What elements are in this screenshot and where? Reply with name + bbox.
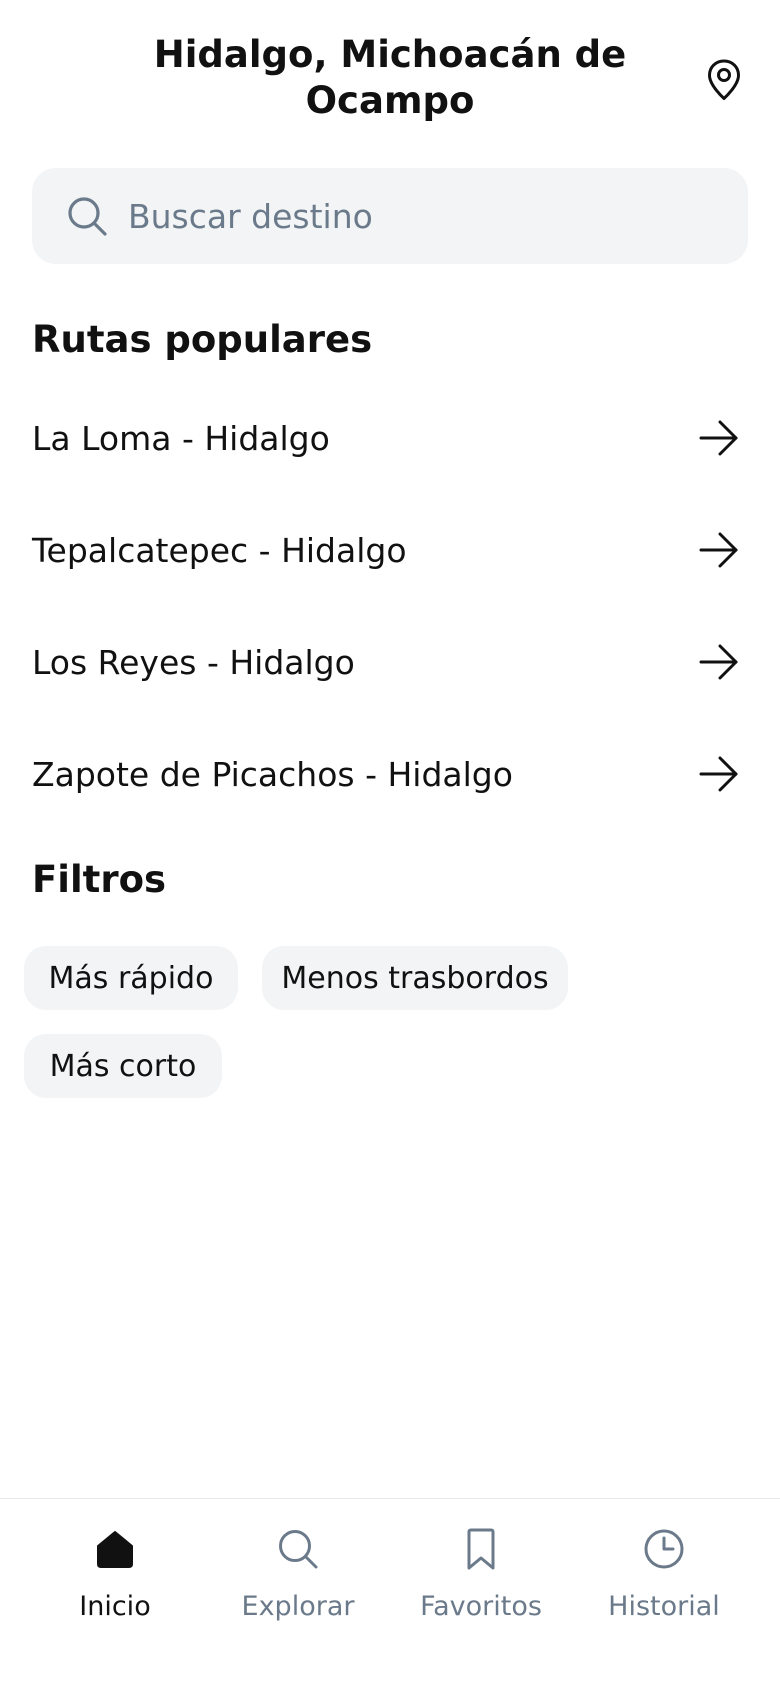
route-label: Zapote de Picachos - Hidalgo: [32, 754, 513, 794]
nav-label-home: Inicio: [79, 1591, 151, 1622]
bookmark-icon: [457, 1525, 505, 1573]
header: Hidalgo, Michoacán de Ocampo: [0, 0, 780, 140]
map-pin-icon: [708, 59, 740, 100]
search-bar[interactable]: [32, 168, 748, 264]
home-icon: [91, 1525, 139, 1573]
app-screen: Hidalgo, Michoacán de Ocampo Rutas popul…: [0, 0, 780, 1688]
filter-chip-fewer-transfers[interactable]: Menos trasbordos: [262, 946, 568, 1010]
search-icon: [274, 1525, 322, 1573]
search-input[interactable]: [128, 186, 688, 246]
arrow-right-icon: [699, 756, 738, 792]
page-title: Hidalgo, Michoacán de Ocampo: [153, 33, 627, 122]
route-label: Tepalcatepec - Hidalgo: [32, 530, 407, 570]
nav-item-explore[interactable]: Explorar: [223, 1499, 373, 1649]
bottom-nav: Inicio Explorar Favoritos Historial: [0, 1498, 780, 1688]
route-item[interactable]: La Loma - Hidalgo: [0, 382, 780, 494]
filters-section-title: Filtros: [32, 858, 167, 901]
nav-item-favorites[interactable]: Favoritos: [406, 1499, 556, 1649]
route-item[interactable]: Zapote de Picachos - Hidalgo: [0, 718, 780, 830]
nav-label-favorites: Favoritos: [420, 1591, 542, 1622]
routes-section-title: Rutas populares: [32, 318, 373, 361]
arrow-right-icon: [699, 532, 738, 568]
clock-icon: [640, 1525, 688, 1573]
location-button[interactable]: [696, 52, 752, 108]
arrow-right-icon: [699, 644, 738, 680]
filter-chip-fastest[interactable]: Más rápido: [24, 946, 238, 1010]
route-item[interactable]: Tepalcatepec - Hidalgo: [0, 494, 780, 606]
nav-item-history[interactable]: Historial: [589, 1499, 739, 1649]
routes-list: La Loma - Hidalgo Tepalcatepec - Hidalgo…: [0, 382, 780, 830]
search-icon: [68, 197, 107, 236]
route-item[interactable]: Los Reyes - Hidalgo: [0, 606, 780, 718]
nav-label-explore: Explorar: [241, 1591, 355, 1622]
nav-label-history: Historial: [608, 1591, 720, 1622]
route-label: La Loma - Hidalgo: [32, 418, 330, 458]
route-label: Los Reyes - Hidalgo: [32, 642, 355, 682]
nav-item-home[interactable]: Inicio: [40, 1499, 190, 1649]
filter-chip-shortest[interactable]: Más corto: [24, 1034, 222, 1098]
arrow-right-icon: [699, 420, 738, 456]
